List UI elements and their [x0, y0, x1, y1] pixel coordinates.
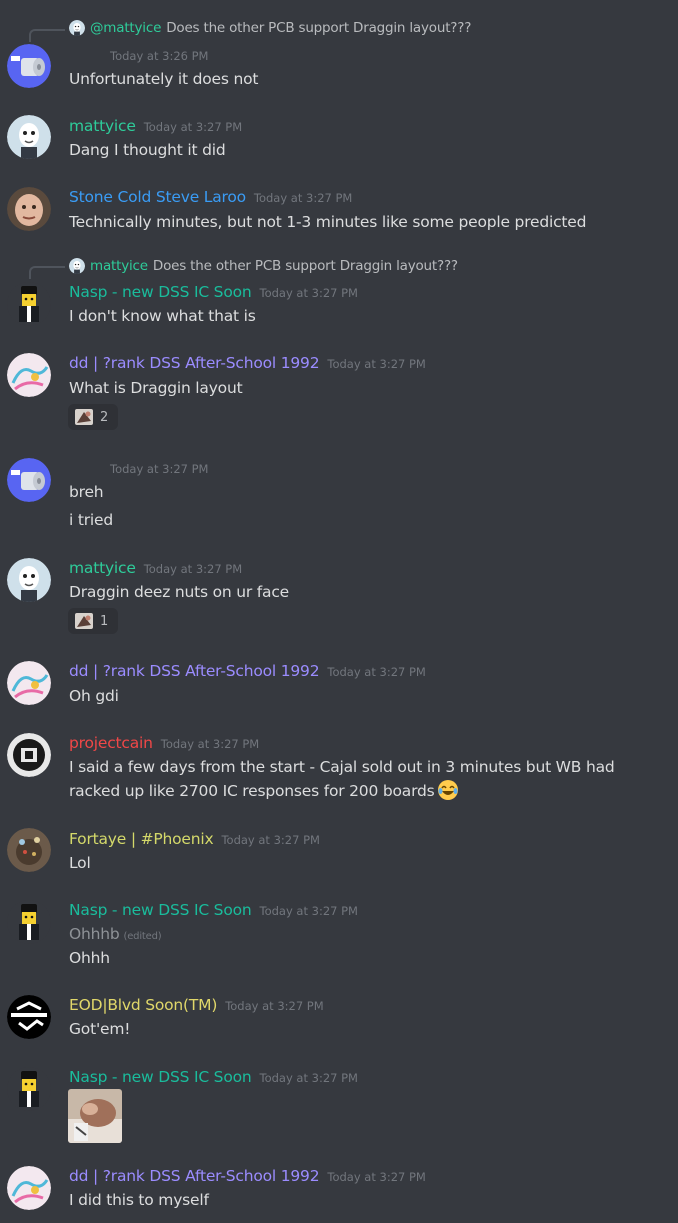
message-author[interactable]: Nasp - new DSS IC Soon Today at 3:27 PM [69, 1068, 358, 1086]
message-author[interactable]: dd | ?rank DSS After-School 1992 Today at… [69, 354, 426, 372]
avatar[interactable] [7, 661, 51, 705]
message-timestamp: Today at 3:27 PM [160, 737, 260, 751]
message-author[interactable]: dd | ?rank DSS After-School 1992 Today at… [69, 1167, 426, 1185]
message-timestamp: Today at 3:27 PM [259, 286, 358, 300]
reply-avatar [69, 258, 85, 274]
message-timestamp: Today at 3:27 PM [259, 904, 358, 918]
reply-preview[interactable]: mattyice Does the other PCB support Drag… [69, 258, 458, 274]
message-author[interactable]: Stone Cold Steve Laroo Today at 3:27 PM [69, 188, 352, 206]
reply-connector [29, 266, 65, 279]
message-text: Ohhh [69, 949, 110, 967]
message-author[interactable]: EOD|Blvd Soon(TM) Today at 3:27 PM [69, 996, 324, 1014]
message-text: Dang I thought it did [69, 141, 226, 159]
reply-text: Does the other PCB support Draggin layou… [152, 258, 458, 274]
reaction-count: 2 [100, 409, 109, 425]
avatar[interactable] [7, 458, 51, 502]
reply-avatar [69, 20, 85, 36]
message-timestamp: Today at 3:27 PM [225, 999, 324, 1013]
reply-connector [29, 29, 65, 42]
avatar[interactable] [7, 1166, 51, 1210]
message-text: Got'em! [69, 1020, 131, 1038]
message-author[interactable]: dd | ?rank DSS After-School 1992 Today at… [69, 662, 426, 680]
message-text: Unfortunately it does not [69, 70, 259, 88]
message-author[interactable]: mattyice Today at 3:27 PM [69, 117, 242, 135]
image-attachment[interactable] [68, 1089, 122, 1143]
message-text: I said a few days from the start - Cajal… [69, 758, 615, 800]
reaction-count: 1 [100, 613, 109, 629]
reply-text: Does the other PCB support Draggin layou… [166, 20, 472, 36]
message-text: What is Draggin layout [69, 379, 243, 397]
avatar[interactable] [7, 282, 51, 326]
avatar[interactable] [7, 900, 51, 944]
message-text: i tried [69, 511, 113, 529]
avatar[interactable] [7, 353, 51, 397]
avatar[interactable] [7, 558, 51, 602]
message-timestamp: Today at 3:27 PM [327, 665, 426, 679]
message-author[interactable]: mattyice Today at 3:27 PM [69, 559, 242, 577]
message-author[interactable]: Fortaye | #Phoenix Today at 3:27 PM [69, 830, 320, 848]
reaction-button[interactable]: 2 [68, 404, 118, 430]
avatar[interactable] [7, 828, 51, 872]
message-timestamp: Today at 3:27 PM [110, 462, 209, 476]
avatar[interactable] [7, 995, 51, 1039]
avatar[interactable] [7, 733, 51, 777]
message-author[interactable]: Nasp - new DSS IC Soon Today at 3:27 PM [69, 901, 358, 919]
avatar[interactable] [7, 187, 51, 231]
message-text: I don't know what that is [69, 307, 256, 325]
message-text: Oh gdi [69, 687, 119, 705]
message-author[interactable]: projectcain Today at 3:27 PM [69, 734, 259, 752]
message-timestamp: Today at 3:27 PM [327, 1170, 426, 1184]
avatar[interactable] [7, 115, 51, 159]
reply-preview[interactable]: @mattyice Does the other PCB support Dra… [69, 20, 471, 36]
message-text: breh [69, 483, 104, 501]
joy-emoji-icon [437, 780, 458, 800]
message-timestamp: Today at 3:26 PM [110, 49, 209, 63]
message-timestamp: Today at 3:27 PM [221, 833, 320, 847]
reply-author[interactable]: @mattyice [90, 20, 161, 36]
avatar[interactable] [7, 1067, 51, 1111]
message-timestamp: Today at 3:27 PM [259, 1071, 358, 1085]
reaction-button[interactable]: 1 [68, 608, 118, 634]
message-timestamp: Today at 3:27 PM [327, 357, 426, 371]
message-timestamp: Today at 3:27 PM [143, 562, 243, 576]
message-timestamp: Today at 3:27 PM [143, 120, 243, 134]
message-text: Lol [69, 854, 91, 872]
message-text: I did this to myself [69, 1191, 209, 1209]
message-text: Technically minutes, but not 1-3 minutes… [69, 213, 587, 231]
edited-label: (edited) [123, 931, 162, 942]
message-text: Draggin deez nuts on ur face [69, 583, 290, 601]
reply-author[interactable]: mattyice [90, 258, 148, 274]
reaction-emoji-icon [75, 409, 93, 425]
reaction-emoji-icon [75, 613, 93, 629]
message-text: Ohhhb (edited) [69, 925, 162, 943]
message-author[interactable]: Nasp - new DSS IC Soon Today at 3:27 PM [69, 283, 358, 301]
message-timestamp: Today at 3:27 PM [253, 191, 353, 205]
avatar[interactable] [7, 44, 51, 88]
